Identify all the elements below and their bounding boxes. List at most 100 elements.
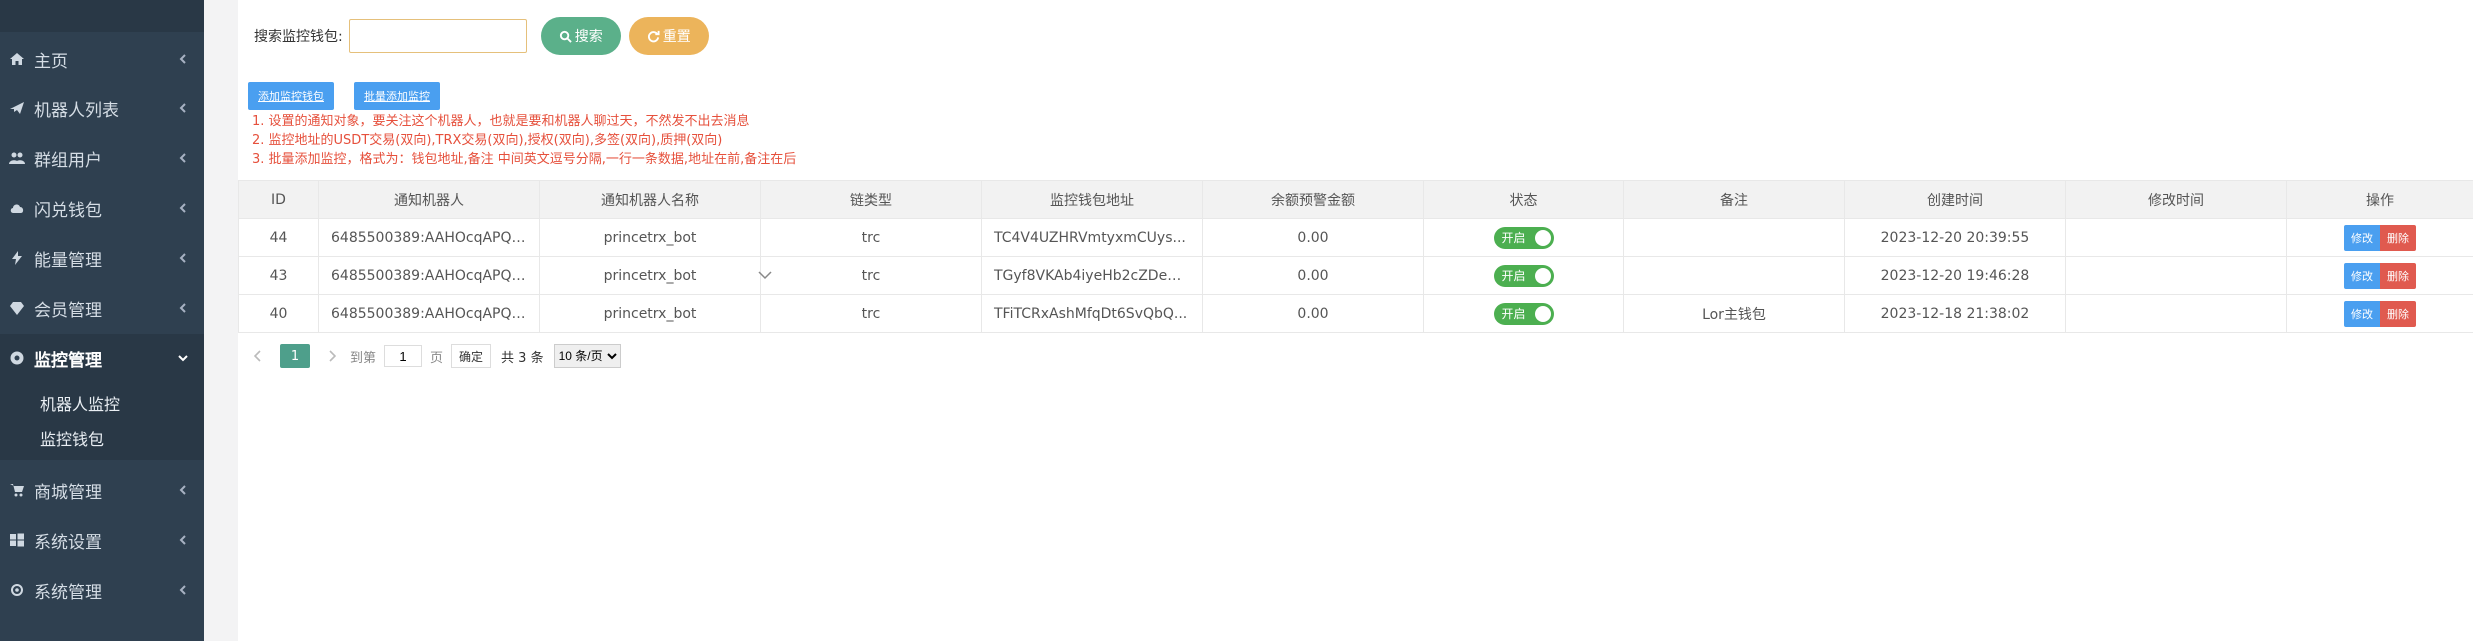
users-icon <box>8 149 26 167</box>
sidebar-item-system-admin[interactable]: 系统管理 <box>0 566 204 614</box>
column-header-bot-name[interactable]: 通知机器人名称 <box>539 180 761 219</box>
add-monitor-wallet-button[interactable]: 添加监控钱包 <box>248 82 334 110</box>
delete-button[interactable]: 删除 <box>2380 262 2416 289</box>
edit-button[interactable]: 修改 <box>2344 262 2380 289</box>
refresh-icon <box>647 30 660 42</box>
pagination: 1 到第 页 确定 共 3 条 10 条/页 <box>250 344 621 368</box>
cell-status: 开启 <box>1423 294 1624 333</box>
delete-button[interactable]: 删除 <box>2380 300 2416 327</box>
cell-actions: 修改 删除 <box>2286 256 2473 295</box>
bolt-icon <box>8 249 26 267</box>
sidebar-item-label: 群组用户 <box>34 150 102 171</box>
sidebar-item-label: 监控管理 <box>34 350 102 371</box>
page-unit-label: 页 <box>430 350 444 366</box>
status-toggle[interactable]: 开启 <box>1493 226 1554 249</box>
column-header-id[interactable]: ID <box>238 180 319 219</box>
delete-button[interactable]: 删除 <box>2380 224 2416 251</box>
cell-id: 43 <box>238 256 319 295</box>
sidebar-item-label: 系统管理 <box>34 582 102 603</box>
sidebar-item-energy[interactable]: 能量管理 <box>0 234 204 282</box>
prev-page-icon[interactable] <box>250 350 266 362</box>
sidebar: 主页 机器人列表 群组用户 闪兑钱包 能量管理 会员管理 监控管理 机器人监控 … <box>0 0 204 641</box>
edit-button[interactable]: 修改 <box>2344 224 2380 251</box>
diamond-icon <box>8 299 26 317</box>
cart-icon <box>8 481 26 499</box>
reset-button-label: 重置 <box>662 29 691 45</box>
table-header-row: ID 通知机器人 通知机器人名称 链类型 监控钱包地址 余额预警金额 状态 备注… <box>238 180 2473 219</box>
cell-chain: trc <box>760 294 982 333</box>
search-button[interactable]: 搜索 <box>540 17 621 55</box>
main-area: 搜索监控钱包: 搜索 重置 添加监控钱包 批量添加监控 1. 设置的通知对象，要… <box>204 0 2473 641</box>
sidebar-top-band <box>0 0 204 32</box>
edit-button[interactable]: 修改 <box>2344 300 2380 327</box>
chevron-left-icon <box>178 480 188 500</box>
cell-bot-name: princetrx_bot <box>539 294 761 333</box>
column-header-remark[interactable]: 备注 <box>1623 180 1845 219</box>
cell-balance: 0.00 <box>1202 218 1424 257</box>
status-toggle[interactable]: 开启 <box>1493 264 1554 287</box>
sidebar-item-shop[interactable]: 商城管理 <box>0 466 204 514</box>
next-page-icon[interactable] <box>324 350 340 362</box>
cell-address: TC4V4UZHRVmtyxmCUys... <box>981 218 1203 257</box>
search-input[interactable] <box>348 19 527 53</box>
chevron-down-icon <box>178 348 188 368</box>
cell-address: TGyf8VKAb4iyeHb2cZDe2u... <box>981 256 1203 295</box>
chevron-left-icon <box>178 248 188 268</box>
cell-modified <box>2065 256 2287 295</box>
chevron-left-icon <box>178 580 188 600</box>
column-header-chain[interactable]: 链类型 <box>760 180 982 219</box>
search-row: 搜索监控钱包: 搜索 重置 <box>254 16 709 56</box>
column-header-created[interactable]: 创建时间 <box>1844 180 2066 219</box>
table-row: 40 6485500389:AAHOcqAPQu... princetrx_bo… <box>238 294 2473 333</box>
sidebar-item-monitoring[interactable]: 监控管理 <box>0 334 204 382</box>
cell-chain: trc <box>760 256 982 295</box>
column-header-status[interactable]: 状态 <box>1423 180 1624 219</box>
table-row: 43 6485500389:AAHOcqAPQu... princetrx_bo… <box>238 256 2473 295</box>
chevron-left-icon <box>178 298 188 318</box>
cell-bot-name: princetrx_bot <box>539 256 761 295</box>
column-header-modified[interactable]: 修改时间 <box>2065 180 2287 219</box>
status-toggle[interactable]: 开启 <box>1493 302 1554 325</box>
sidebar-item-label: 会员管理 <box>34 300 102 321</box>
goto-page-input[interactable] <box>384 345 423 367</box>
goto-confirm-button[interactable]: 确定 <box>451 344 492 368</box>
sidebar-item-members[interactable]: 会员管理 <box>0 284 204 332</box>
sidebar-item-flash-wallet[interactable]: 闪兑钱包 <box>0 184 204 232</box>
chevron-left-icon <box>178 98 188 118</box>
cell-address: TFiTCRxAshMfqDt6SvQbQ... <box>981 294 1203 333</box>
chevron-left-icon <box>178 148 188 168</box>
instruction-line: 3. 批量添加监控，格式为：钱包地址,备注 中间英文逗号分隔,一行一条数据,地址… <box>252 152 797 167</box>
page-number-current[interactable]: 1 <box>280 344 310 368</box>
chevron-left-icon <box>178 198 188 218</box>
page-size-select[interactable]: 10 条/页 <box>553 344 621 368</box>
sidebar-item-home[interactable]: 主页 <box>0 35 204 83</box>
status-toggle-label: 开启 <box>1501 269 1526 283</box>
cell-remark: Lor主钱包 <box>1623 294 1845 333</box>
cloud-icon <box>8 199 26 217</box>
submenu-item-robot-monitor[interactable]: 机器人监控 <box>40 391 120 415</box>
eye-icon <box>8 349 26 367</box>
batch-add-monitor-button[interactable]: 批量添加监控 <box>354 82 440 110</box>
search-button-label: 搜索 <box>574 29 603 45</box>
goto-label: 到第 <box>350 350 377 366</box>
cell-chain: trc <box>760 218 982 257</box>
monitor-wallet-table: ID 通知机器人 通知机器人名称 链类型 监控钱包地址 余额预警金额 状态 备注… <box>238 180 2473 333</box>
sidebar-item-group-users[interactable]: 群组用户 <box>0 134 204 182</box>
column-header-address[interactable]: 监控钱包地址 <box>981 180 1203 219</box>
sidebar-item-label: 系统设置 <box>34 532 102 553</box>
reset-button[interactable]: 重置 <box>628 17 709 55</box>
toggle-knob <box>1534 305 1551 322</box>
status-toggle-label: 开启 <box>1501 231 1526 245</box>
cell-created: 2023-12-20 19:46:28 <box>1844 256 2066 295</box>
cell-actions: 修改 删除 <box>2286 218 2473 257</box>
submenu-item-monitor-wallet[interactable]: 监控钱包 <box>40 426 104 450</box>
column-header-bot[interactable]: 通知机器人 <box>318 180 540 219</box>
cell-created: 2023-12-18 21:38:02 <box>1844 294 2066 333</box>
cell-created: 2023-12-20 20:39:55 <box>1844 218 2066 257</box>
sidebar-item-system-settings[interactable]: 系统设置 <box>0 516 204 564</box>
column-header-actions[interactable]: 操作 <box>2286 180 2473 219</box>
sidebar-item-robots[interactable]: 机器人列表 <box>0 84 204 132</box>
instruction-line: 1. 设置的通知对象，要关注这个机器人，也就是要和机器人聊过天，不然发不出去消息 <box>252 114 750 129</box>
cell-bot: 6485500389:AAHOcqAPQu... <box>318 294 540 333</box>
column-header-balance[interactable]: 余额预警金额 <box>1202 180 1424 219</box>
